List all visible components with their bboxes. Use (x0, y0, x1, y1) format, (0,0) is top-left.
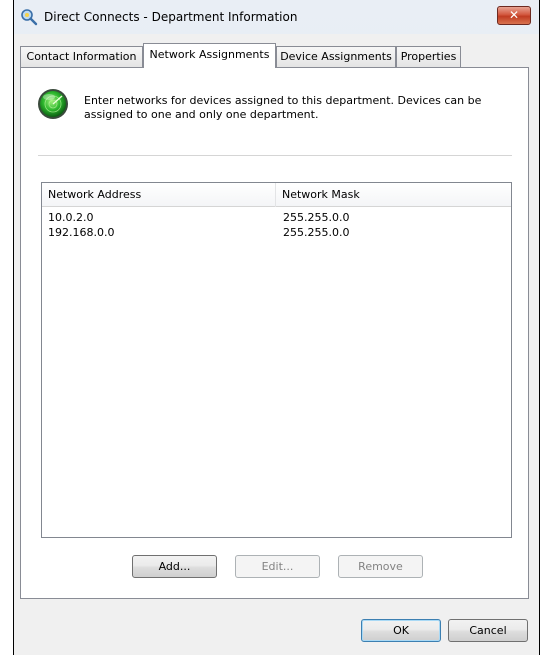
ok-button[interactable]: OK (361, 619, 441, 642)
remove-button[interactable]: Remove (338, 555, 423, 578)
network-mask-cell: 255.255.0.0 (283, 211, 350, 224)
add-button[interactable]: Add... (132, 555, 217, 578)
network-address-cell: 192.168.0.0 (48, 226, 115, 239)
network-list[interactable]: Network Address Network Mask 10.0.2.0 25… (41, 182, 512, 538)
tab-properties[interactable]: Properties (396, 46, 461, 67)
network-assignments-panel: Enter networks for devices assigned to t… (20, 67, 529, 599)
edit-button[interactable]: Edit... (235, 555, 320, 578)
dialog-client: Contact Information Network Assignments … (14, 34, 539, 655)
tab-network-assignments[interactable]: Network Assignments (143, 43, 276, 68)
tab-strip: Contact Information Network Assignments … (20, 43, 540, 68)
radar-icon (38, 89, 68, 119)
tab-contact-information[interactable]: Contact Information (20, 46, 143, 67)
column-header-network-address[interactable]: Network Address (42, 183, 276, 207)
instructions-text: Enter networks for devices assigned to t… (84, 94, 482, 121)
title-bar[interactable]: Direct Connects - Department Information… (14, 0, 539, 34)
tab-device-assignments[interactable]: Device Assignments (276, 46, 396, 67)
list-header: Network Address Network Mask (42, 183, 511, 207)
screenshot-border-right (539, 0, 540, 655)
column-header-network-mask[interactable]: Network Mask (276, 183, 511, 207)
cancel-button[interactable]: Cancel (448, 619, 528, 642)
network-mask-cell: 255.255.0.0 (283, 226, 350, 239)
table-row[interactable]: 192.168.0.0 255.255.0.0 (42, 225, 511, 240)
close-icon: ✕ (508, 8, 520, 22)
list-rows: 10.0.2.0 255.255.0.0 192.168.0.0 255.255… (42, 210, 511, 240)
close-button[interactable]: ✕ (497, 6, 531, 25)
table-row[interactable]: 10.0.2.0 255.255.0.0 (42, 210, 511, 225)
window-title: Direct Connects - Department Information (44, 10, 298, 24)
network-address-cell: 10.0.2.0 (48, 211, 94, 224)
separator (38, 155, 512, 156)
app-search-icon (21, 9, 38, 26)
dialog-window: Direct Connects - Department Information… (14, 0, 539, 655)
